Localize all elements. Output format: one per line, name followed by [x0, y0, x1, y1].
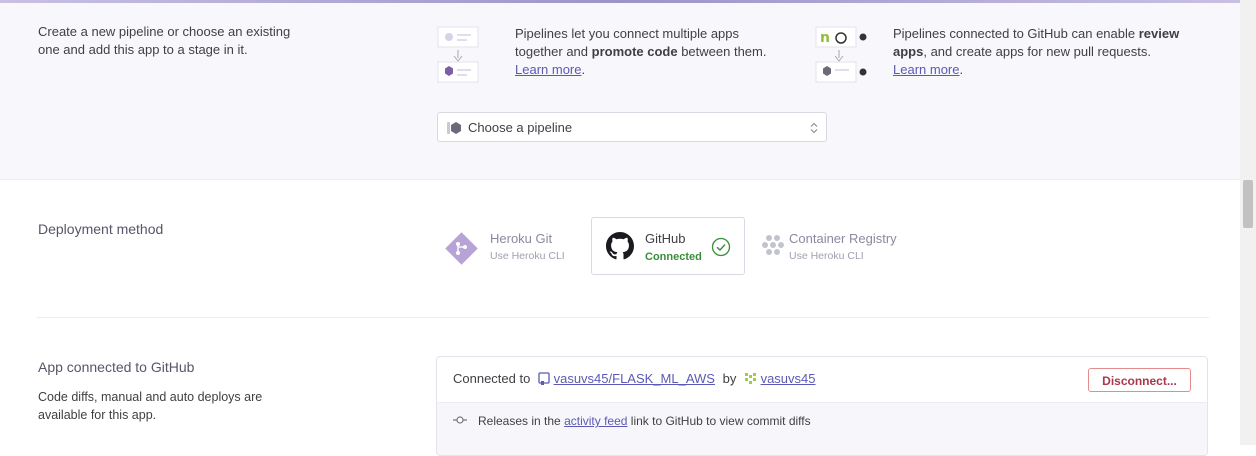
pipeline-select-value: Choose a pipeline [468, 120, 573, 135]
period: . [959, 62, 964, 77]
commit-icon [453, 416, 467, 424]
pipeline-info-github-line1: Pipelines connected to GitHub can enable… [893, 25, 1179, 43]
app-connected-desc-line2: available for this app. [38, 408, 157, 422]
github-icon [606, 232, 634, 260]
pipeline-icon [447, 122, 461, 134]
releases-text-post: link to GitHub to view commit diffs [627, 414, 811, 428]
deploy-option-sub: Connected [645, 251, 702, 263]
info-bold: apps [893, 44, 924, 59]
by-label: by [722, 371, 737, 386]
app-connected-description: Code diffs, manual and auto deploys are … [38, 388, 262, 424]
period: . [581, 62, 586, 77]
pipeline-illustration [437, 26, 501, 84]
deploy-option-sub: Use Heroku CLI [789, 250, 864, 262]
activity-feed-link[interactable]: activity feed [564, 414, 627, 428]
repo-icon [538, 372, 550, 385]
container-registry-icon [762, 235, 784, 255]
pipeline-info-promote: Pipelines let you connect multiple apps … [515, 25, 766, 79]
user-avatar-icon [743, 372, 757, 385]
chevron-updown-icon [810, 122, 818, 134]
github-pipeline-diagram-icon: n [815, 26, 867, 83]
section-divider [37, 317, 1209, 318]
pipeline-info-promote-line1: Pipelines let you connect multiple apps [515, 26, 740, 41]
scrollbar[interactable] [1240, 0, 1256, 445]
app-connected-title: App connected to GitHub [38, 359, 195, 375]
deploy-option-container-registry[interactable]: Container Registry Use Heroku CLI [762, 230, 932, 270]
svg-text:n: n [820, 30, 830, 46]
disconnect-button[interactable]: Disconnect... [1088, 368, 1191, 392]
info-bold: review [1138, 26, 1180, 41]
connected-card: Connected to vasuvs45/FLASK_ML_AWS by va… [436, 356, 1208, 456]
pipeline-info-github: Pipelines connected to GitHub can enable… [893, 25, 1179, 79]
deploy-option-heroku-git[interactable]: Heroku Git Use Heroku CLI [445, 230, 585, 270]
pipeline-info-github-line2: apps, and create apps for new pull reque… [893, 43, 1179, 61]
releases-text-pre: Releases in the [478, 414, 565, 428]
check-circle-icon [711, 237, 731, 257]
deploy-option-sub: Use Heroku CLI [490, 250, 565, 262]
scrollbar-thumb[interactable] [1243, 180, 1253, 228]
learn-more-link[interactable]: Learn more [515, 62, 581, 77]
repo-link[interactable]: vasuvs45/FLASK_ML_AWS [554, 371, 715, 386]
info-text: together and [515, 44, 592, 59]
deployment-method-title: Deployment method [38, 221, 164, 237]
pipeline-info-promote-line2: together and promote code between them. [515, 43, 766, 61]
info-text: between them. [677, 44, 767, 59]
pipeline-select[interactable]: Choose a pipeline [437, 112, 827, 142]
learn-more-link[interactable]: Learn more [893, 62, 959, 77]
user-link[interactable]: vasuvs45 [761, 371, 816, 386]
connected-to-label: Connected to [453, 371, 531, 386]
deploy-option-name: Heroku Git [490, 231, 553, 246]
pipeline-section: Create a new pipeline or choose an exist… [0, 3, 1240, 180]
deploy-option-github[interactable]: GitHub Connected [591, 217, 745, 275]
releases-text: Releases in the activity feed link to Gi… [478, 414, 811, 428]
deploy-option-name: GitHub [645, 231, 686, 246]
pipeline-intro-line2: one and add this app to a stage in it. [38, 42, 248, 57]
pipeline-intro-line1: Create a new pipeline or choose an exist… [38, 24, 291, 39]
heroku-git-icon [445, 232, 478, 265]
connected-line: Connected to vasuvs45/FLASK_ML_AWS by va… [453, 371, 816, 386]
info-bold: promote code [591, 44, 678, 59]
pipeline-intro: Create a new pipeline or choose an exist… [38, 23, 290, 59]
github-pipeline-illustration: n [815, 26, 879, 84]
releases-info: Releases in the activity feed link to Gi… [437, 402, 1207, 455]
info-text: , and create apps for new pull requests. [923, 44, 1151, 59]
deploy-option-name: Container Registry [789, 231, 897, 246]
pipeline-diagram-icon [437, 26, 479, 83]
app-connected-desc-line1: Code diffs, manual and auto deploys are [38, 390, 263, 404]
info-text: Pipelines connected to GitHub can enable [893, 26, 1139, 41]
